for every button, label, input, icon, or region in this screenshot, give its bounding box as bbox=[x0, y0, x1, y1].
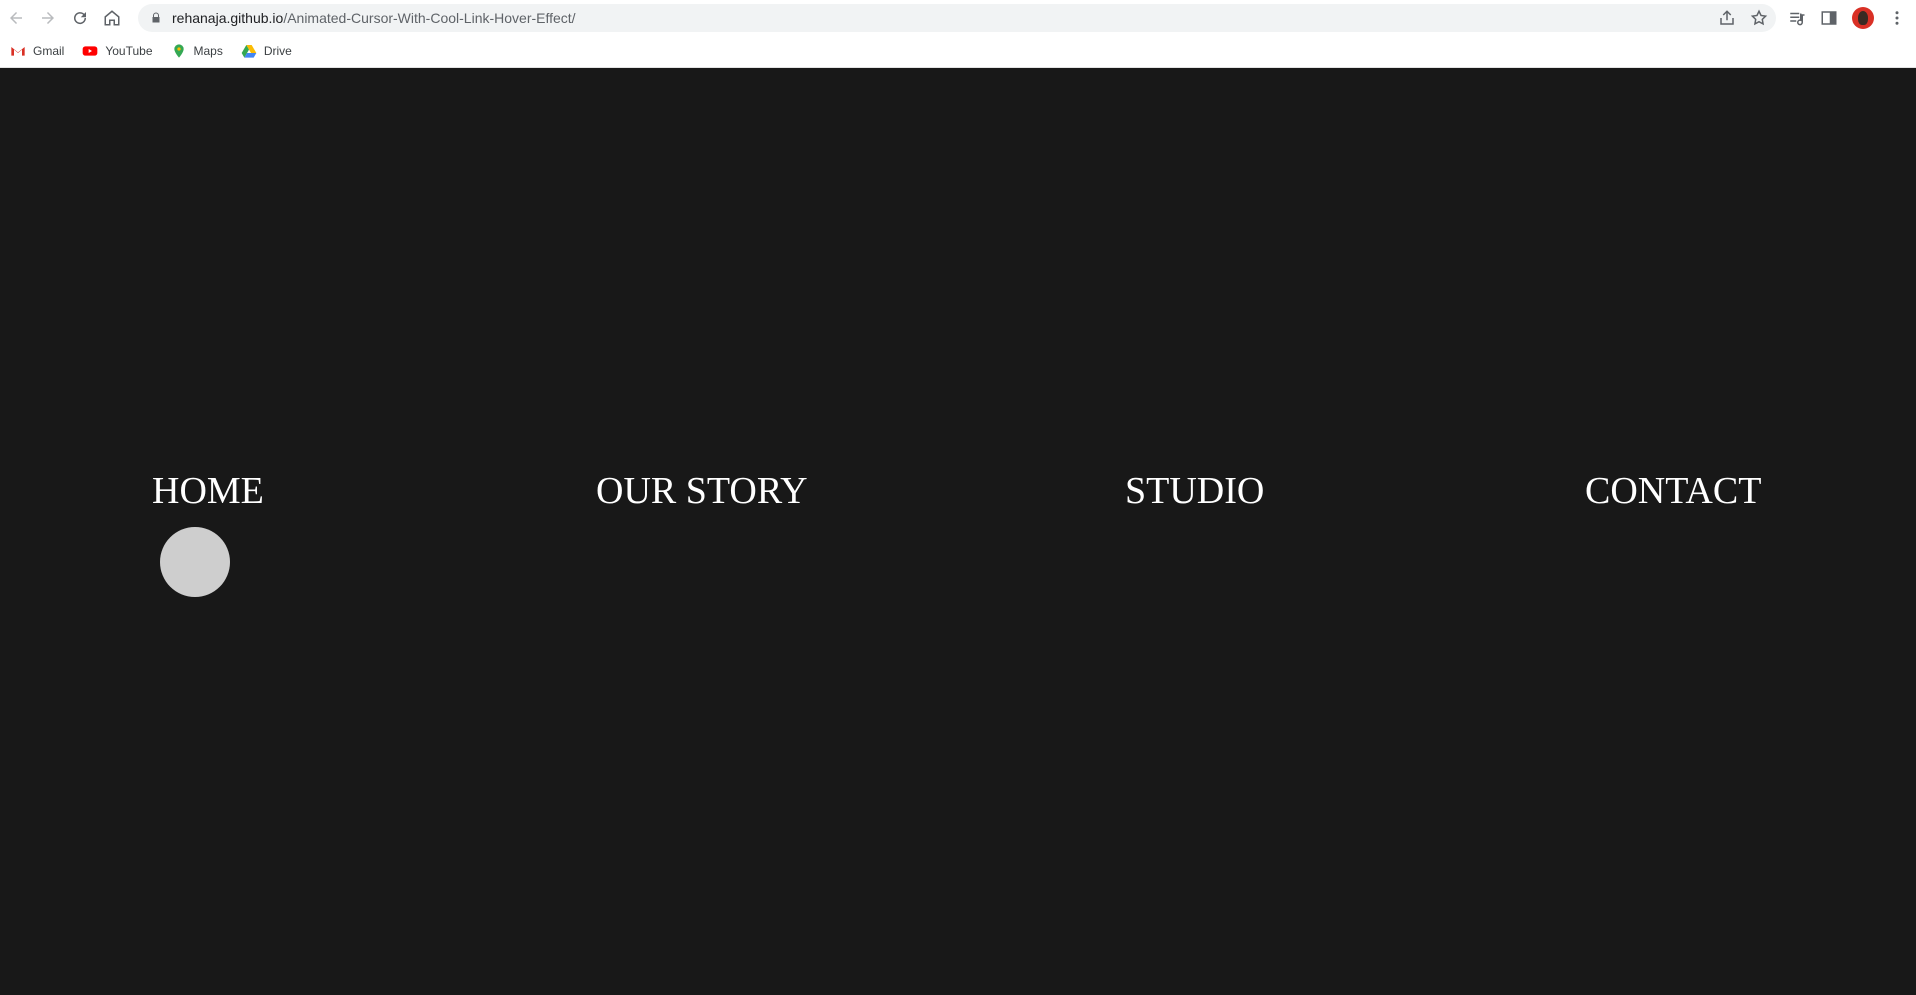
home-icon bbox=[104, 9, 120, 25]
menu-icon[interactable] bbox=[1888, 9, 1906, 27]
share-icon[interactable] bbox=[1718, 9, 1736, 27]
bookmark-label: Gmail bbox=[33, 44, 65, 58]
nav-link-contact[interactable]: CONTACT bbox=[1585, 469, 1761, 513]
gmail-icon bbox=[11, 47, 25, 56]
bookmarks-bar: Gmail YouTube Maps Drive bbox=[0, 35, 1916, 68]
url-text: rehanaja.github.io/Animated-Cursor-With-… bbox=[172, 10, 576, 26]
reload-button[interactable] bbox=[64, 2, 96, 34]
back-button[interactable] bbox=[0, 2, 32, 34]
reload-icon bbox=[74, 11, 87, 24]
lock-icon bbox=[152, 12, 160, 23]
bookmark-drive[interactable]: Drive bbox=[241, 43, 292, 59]
nav-link-home[interactable]: HOME bbox=[152, 469, 264, 513]
page-content bbox=[0, 68, 1916, 995]
url-path: /Animated-Cursor-With-Cool-Link-Hover-Ef… bbox=[283, 10, 576, 26]
bookmark-youtube[interactable]: YouTube bbox=[82, 43, 153, 59]
bookmark-maps[interactable]: Maps bbox=[171, 43, 223, 59]
maps-icon bbox=[173, 44, 184, 58]
home-button[interactable] bbox=[96, 2, 128, 34]
forward-icon bbox=[42, 11, 54, 24]
bookmark-gmail[interactable]: Gmail bbox=[10, 43, 64, 59]
profile-avatar[interactable] bbox=[1852, 6, 1874, 29]
url-host: rehanaja.github.io bbox=[172, 10, 284, 26]
browser-toolbar: rehanaja.github.io/Animated-Cursor-With-… bbox=[0, 0, 1916, 35]
star-icon[interactable] bbox=[1750, 9, 1768, 27]
media-icon[interactable] bbox=[1788, 9, 1806, 27]
forward-button[interactable] bbox=[32, 2, 64, 34]
address-bar[interactable]: rehanaja.github.io/Animated-Cursor-With-… bbox=[138, 4, 1776, 32]
bookmark-label: Drive bbox=[263, 44, 292, 58]
side-panel-icon[interactable] bbox=[1820, 9, 1838, 27]
bookmark-label: YouTube bbox=[105, 44, 153, 58]
nav-link-our-story[interactable]: OUR STORY bbox=[596, 469, 808, 513]
back-icon bbox=[10, 11, 22, 24]
drive-icon bbox=[241, 45, 257, 58]
youtube-icon bbox=[83, 46, 98, 56]
nav-link-studio[interactable]: STUDIO bbox=[1125, 469, 1264, 513]
bookmark-label: Maps bbox=[193, 44, 223, 58]
avatar-image bbox=[1858, 10, 1868, 25]
